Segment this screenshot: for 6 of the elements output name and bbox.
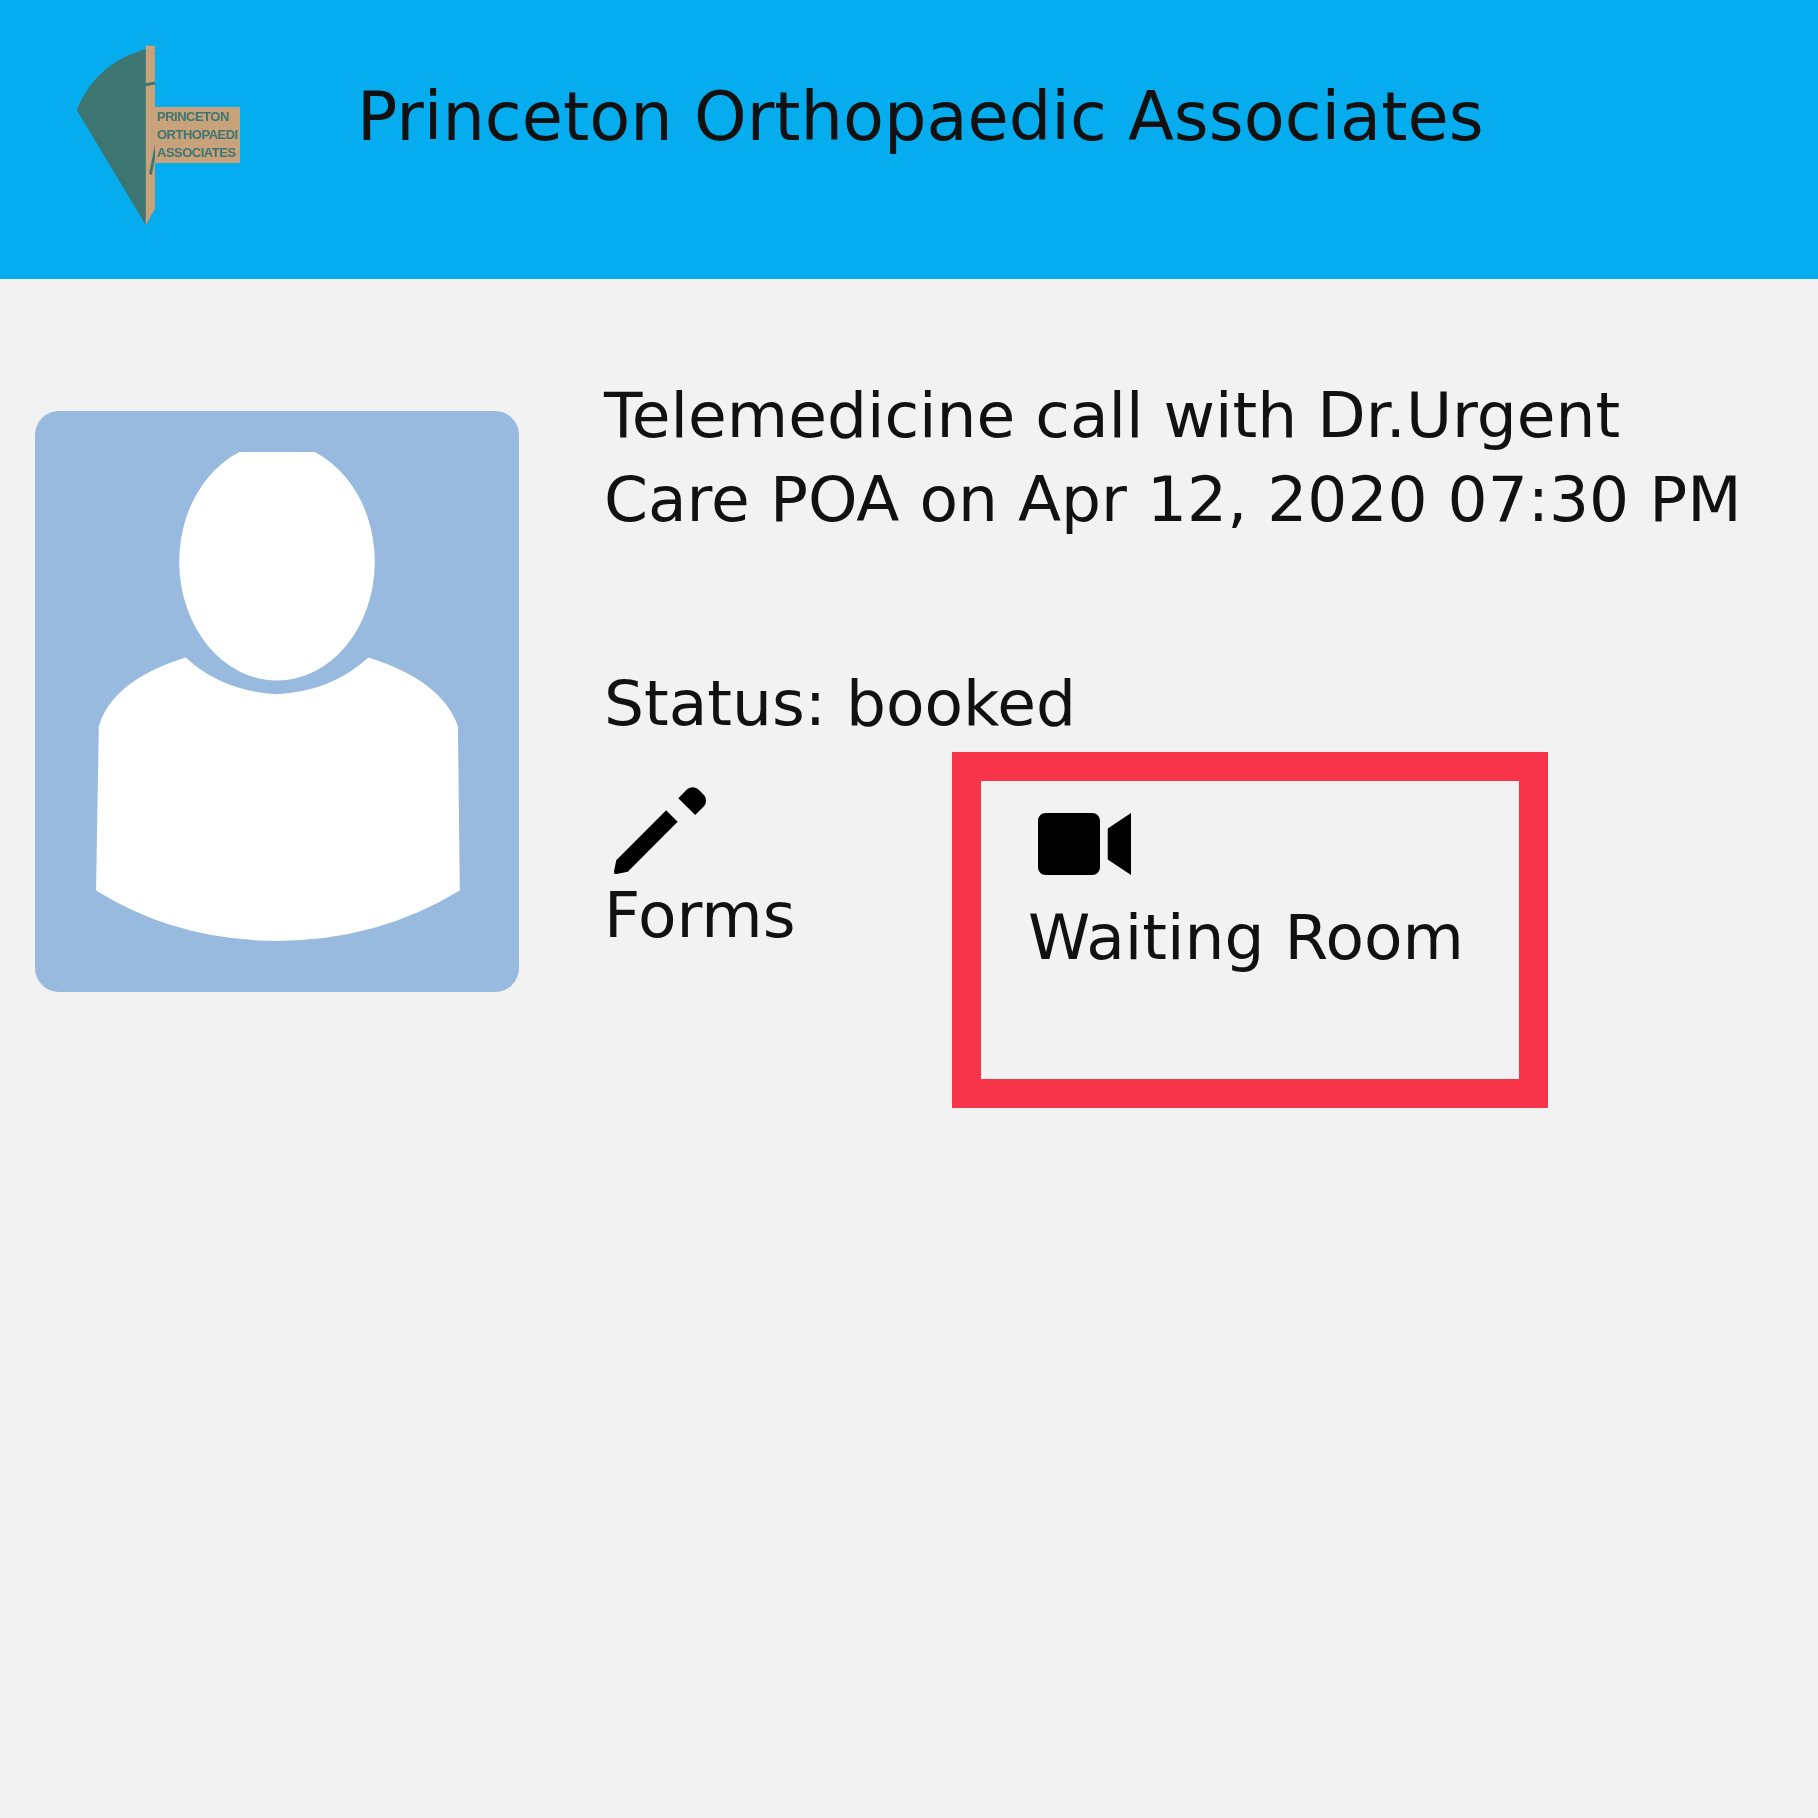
forms-button[interactable]: Forms [604,781,796,951]
app-title: Princeton Orthopaedic Associates [357,78,1484,156]
waiting-room-button[interactable]: Waiting Room [991,781,1519,1079]
appointment-description: Telemedicine call with Dr.Urgent Care POA on Apr 12, 2020 07:30 PM [604,378,1743,538]
appointment-status: Status: booked [604,669,1078,739]
video-camera-icon [1038,812,1131,875]
